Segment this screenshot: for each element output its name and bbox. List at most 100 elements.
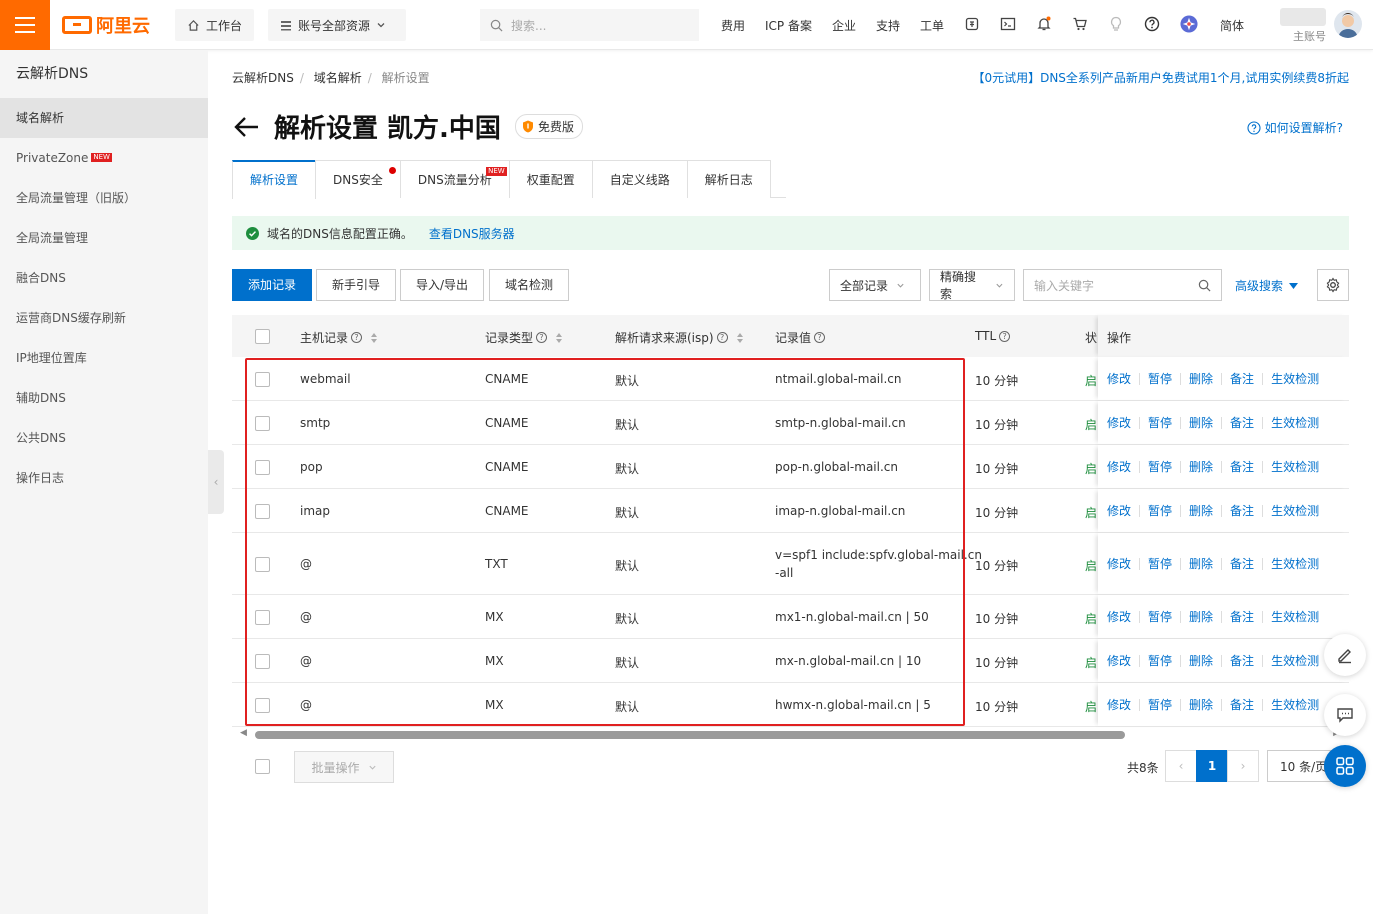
help-icon[interactable] — [1143, 15, 1161, 33]
row-checkbox[interactable] — [255, 416, 270, 431]
edit-link[interactable]: 修改 — [1107, 652, 1131, 669]
sort-icon[interactable] — [736, 332, 743, 343]
pause-link[interactable]: 暂停 — [1148, 696, 1172, 713]
delete-link[interactable]: 删除 — [1189, 696, 1213, 713]
promo-link[interactable]: 【0元试用】DNS全系列产品新用户免费试用1个月,试用实例续费8折起 — [972, 69, 1349, 86]
prev-page-button[interactable]: ‹ — [1165, 750, 1197, 782]
chat-float-button[interactable] — [1324, 694, 1366, 736]
delete-link[interactable]: 删除 — [1189, 555, 1213, 572]
search-mode-select[interactable]: 精确搜索 — [929, 269, 1015, 301]
effect-check-link[interactable]: 生效检测 — [1271, 652, 1319, 669]
pause-link[interactable]: 暂停 — [1148, 370, 1172, 387]
edit-link[interactable]: 修改 — [1107, 370, 1131, 387]
remark-link[interactable]: 备注 — [1230, 652, 1254, 669]
tab-resolution-settings[interactable]: 解析设置 — [232, 160, 317, 199]
sidebar-item-secondary-dns[interactable]: 辅助DNS — [0, 378, 208, 418]
effect-check-link[interactable]: 生效检测 — [1271, 555, 1319, 572]
edit-link[interactable]: 修改 — [1107, 458, 1131, 475]
pause-link[interactable]: 暂停 — [1148, 502, 1172, 519]
bell-icon[interactable] — [1035, 15, 1053, 33]
resources-dropdown[interactable]: 账号全部资源 — [268, 9, 406, 41]
edit-link[interactable]: 修改 — [1107, 555, 1131, 572]
breadcrumb-dns[interactable]: 云解析DNS — [232, 71, 294, 85]
breadcrumb-domain[interactable]: 域名解析 — [314, 71, 362, 85]
remark-link[interactable]: 备注 — [1230, 696, 1254, 713]
remark-link[interactable]: 备注 — [1230, 458, 1254, 475]
guide-button[interactable]: 新手引导 — [316, 269, 397, 301]
help-link[interactable]: 如何设置解析? — [1247, 119, 1343, 136]
advanced-search-toggle[interactable]: 高级搜索 — [1235, 277, 1299, 294]
account-menu[interactable]: 主账号 — [1280, 6, 1326, 44]
effect-check-link[interactable]: 生效检测 — [1271, 502, 1319, 519]
nav-support[interactable]: 支持 — [876, 17, 900, 34]
workbench-button[interactable]: 工作台 — [175, 9, 255, 41]
remark-link[interactable]: 备注 — [1230, 414, 1254, 431]
sort-icon[interactable] — [371, 332, 378, 343]
row-checkbox[interactable] — [255, 460, 270, 475]
tab-dns-traffic[interactable]: DNS流量分析 NEW — [399, 160, 510, 198]
back-arrow-icon[interactable] — [232, 115, 260, 139]
pause-link[interactable]: 暂停 — [1148, 608, 1172, 625]
row-checkbox[interactable] — [255, 372, 270, 387]
sort-icon[interactable] — [556, 332, 563, 343]
nav-icp[interactable]: ICP 备案 — [765, 17, 812, 34]
aliyun-logo[interactable]: 阿里云 — [62, 13, 150, 37]
sidebar-item-oplog[interactable]: 操作日志 — [0, 458, 208, 498]
tab-weight[interactable]: 权重配置 — [508, 160, 593, 198]
app-icon[interactable] — [1180, 15, 1198, 33]
terminal-icon[interactable] — [999, 15, 1017, 33]
effect-check-link[interactable]: 生效检测 — [1271, 608, 1319, 625]
edit-link[interactable]: 修改 — [1107, 414, 1131, 431]
nav-fee[interactable]: 费用 — [721, 17, 745, 34]
remark-link[interactable]: 备注 — [1230, 555, 1254, 572]
effect-check-link[interactable]: 生效检测 — [1271, 414, 1319, 431]
bulb-icon[interactable] — [1107, 15, 1125, 33]
avatar[interactable] — [1334, 10, 1362, 38]
batch-operation-button[interactable]: 批量操作 — [294, 751, 394, 783]
global-search-input[interactable]: 搜索... — [480, 9, 699, 41]
remark-link[interactable]: 备注 — [1230, 370, 1254, 387]
nav-enterprise[interactable]: 企业 — [832, 17, 856, 34]
bill-icon[interactable] — [963, 15, 981, 33]
edit-link[interactable]: 修改 — [1107, 502, 1131, 519]
sidebar-item-gtm-legacy[interactable]: 全局流量管理（旧版） — [0, 178, 208, 218]
row-checkbox[interactable] — [255, 698, 270, 713]
effect-check-link[interactable]: 生效检测 — [1271, 458, 1319, 475]
sidebar-item-domain-resolution[interactable]: 域名解析 — [0, 98, 208, 138]
edit-link[interactable]: 修改 — [1107, 696, 1131, 713]
menu-icon[interactable] — [0, 0, 50, 50]
page-number-button[interactable]: 1 — [1196, 750, 1228, 782]
sidebar-item-hybrid-dns[interactable]: 融合DNS — [0, 258, 208, 298]
scrollbar-thumb[interactable] — [255, 731, 1125, 739]
sidebar-collapse-handle[interactable]: ‹ — [208, 450, 224, 514]
language-switch[interactable]: 简体 — [1220, 17, 1244, 34]
pause-link[interactable]: 暂停 — [1148, 458, 1172, 475]
delete-link[interactable]: 删除 — [1189, 608, 1213, 625]
tab-custom-line[interactable]: 自定义线路 — [591, 160, 688, 198]
delete-link[interactable]: 删除 — [1189, 502, 1213, 519]
delete-link[interactable]: 删除 — [1189, 458, 1213, 475]
col-isp[interactable]: 解析请求来源(isp)? — [615, 329, 743, 346]
view-dns-servers-link[interactable]: 查看DNS服务器 — [429, 225, 515, 242]
pause-link[interactable]: 暂停 — [1148, 652, 1172, 669]
domain-check-button[interactable]: 域名检测 — [489, 269, 570, 301]
row-checkbox[interactable] — [255, 504, 270, 519]
horizontal-scrollbar[interactable]: ◀ ▶ — [240, 728, 1340, 740]
footer-select-all-checkbox[interactable] — [255, 759, 270, 774]
sidebar-item-gtm[interactable]: 全局流量管理 — [0, 218, 208, 258]
sidebar-item-privatezone[interactable]: PrivateZone NEW — [0, 138, 208, 178]
col-host[interactable]: 主机记录? — [300, 329, 378, 346]
pause-link[interactable]: 暂停 — [1148, 414, 1172, 431]
nav-ticket[interactable]: 工单 — [920, 17, 944, 34]
remark-link[interactable]: 备注 — [1230, 502, 1254, 519]
delete-link[interactable]: 删除 — [1189, 414, 1213, 431]
delete-link[interactable]: 删除 — [1189, 370, 1213, 387]
settings-button[interactable] — [1317, 269, 1349, 301]
tab-dns-security[interactable]: DNS安全 — [315, 160, 401, 198]
col-type[interactable]: 记录类型? — [485, 329, 563, 346]
row-checkbox[interactable] — [255, 557, 270, 572]
row-checkbox[interactable] — [255, 654, 270, 669]
pause-link[interactable]: 暂停 — [1148, 555, 1172, 572]
sidebar-item-public-dns[interactable]: 公共DNS — [0, 418, 208, 458]
edit-float-button[interactable] — [1324, 634, 1366, 676]
